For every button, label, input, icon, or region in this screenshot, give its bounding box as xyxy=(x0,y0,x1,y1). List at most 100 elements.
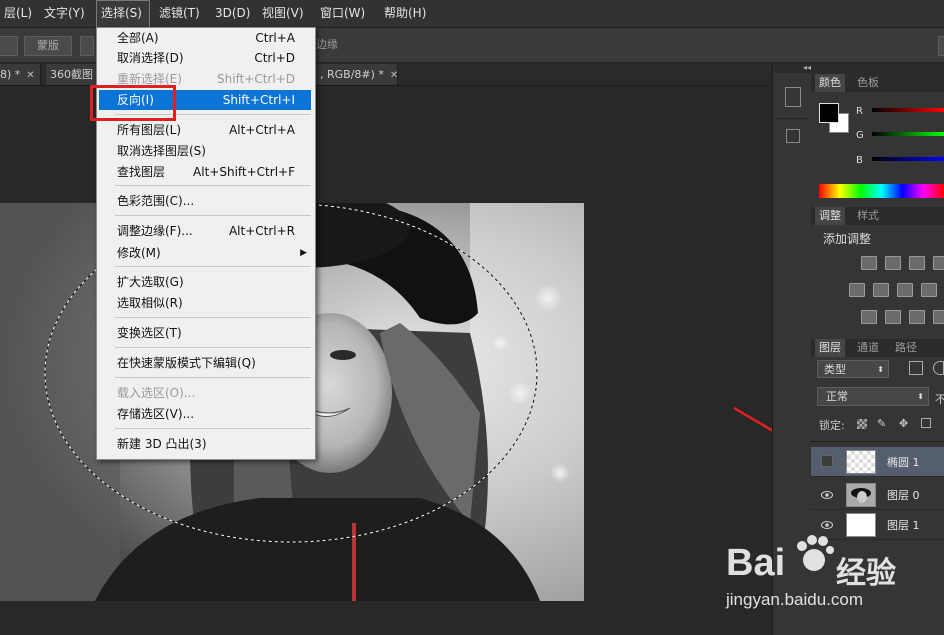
tab-color[interactable]: 颜色 xyxy=(815,74,845,92)
menu-separator xyxy=(115,347,311,348)
menu-item-grow[interactable]: 扩大选取(G) xyxy=(99,272,311,292)
layer-name[interactable]: 椭圆 1 xyxy=(887,454,920,470)
close-icon[interactable]: ✕ xyxy=(390,70,397,81)
doc-tab-1[interactable]: 8) * ✕ xyxy=(0,64,41,85)
color-balance-icon[interactable] xyxy=(873,283,889,297)
menu-item-select-all[interactable]: 全部(A) Ctrl+A xyxy=(99,28,311,48)
doc-tab-label: 8) * xyxy=(0,68,21,81)
tab-paths[interactable]: 路径 xyxy=(891,339,921,357)
blend-mode-select[interactable]: 正常 ⬍ xyxy=(817,387,929,406)
layer-row-ellipse[interactable]: 椭圆 1 xyxy=(811,447,944,477)
mask-button[interactable]: 蒙版 xyxy=(24,36,72,56)
menu-filter[interactable]: 滤镜(T) xyxy=(155,0,204,27)
menu-item-new-3d-extrusion[interactable]: 新建 3D 凸出(3) xyxy=(99,434,311,454)
menu-view[interactable]: 视图(V) xyxy=(258,0,308,27)
menu-type[interactable]: 文字(Y) xyxy=(40,0,89,27)
tab-styles[interactable]: 样式 xyxy=(853,207,883,225)
menu-item-save-selection[interactable]: 存储选区(V)... xyxy=(99,404,311,424)
threshold-icon[interactable] xyxy=(909,310,925,324)
lock-position-icon[interactable]: ✥ xyxy=(899,417,908,430)
foreground-color-swatch[interactable] xyxy=(819,103,839,123)
blue-slider[interactable] xyxy=(872,157,944,161)
menu-item-color-range[interactable]: 色彩范围(C)... xyxy=(99,191,311,211)
menu-select[interactable]: 选择(S) xyxy=(96,0,150,27)
menu-item-label: 扩大选取(G) xyxy=(117,275,184,289)
menu-help[interactable]: 帮助(H) xyxy=(380,0,430,27)
tab-swatches[interactable]: 色板 xyxy=(853,74,883,92)
refine-edge-label[interactable]: 边缘 xyxy=(316,36,338,54)
menu-item-all-layers[interactable]: 所有图层(L) Alt+Ctrl+A xyxy=(99,120,311,140)
panel-header-strip xyxy=(811,63,944,74)
photo-filter-icon[interactable] xyxy=(921,283,937,297)
adjust-panel-tabs: 调整 样式 xyxy=(811,207,944,225)
menu-separator xyxy=(115,215,311,216)
watermark-url: jingyan.baidu.com xyxy=(726,590,864,609)
options-button-stub-2[interactable] xyxy=(80,36,94,56)
lock-all-icon[interactable] xyxy=(921,418,931,428)
close-icon[interactable]: ✕ xyxy=(26,70,34,81)
menu-item-deselect-layers[interactable]: 取消选择图层(S) xyxy=(99,141,311,161)
collapse-icon[interactable]: ◂◂ xyxy=(773,63,811,73)
invert-icon[interactable] xyxy=(861,310,877,324)
paw-icon xyxy=(792,532,836,576)
levels-icon[interactable] xyxy=(885,256,901,270)
menu-item-similar[interactable]: 选取相似(R) xyxy=(99,293,311,313)
layers-divider xyxy=(811,441,944,442)
menu-item-label: 调整边缘(F)... xyxy=(117,224,193,238)
tab-adjustments[interactable]: 调整 xyxy=(815,207,845,225)
menu-item-label: 修改(M) xyxy=(117,246,161,260)
channel-label-r: R xyxy=(856,106,863,117)
adjustment-filter-icon[interactable] xyxy=(933,361,944,375)
3d-icon[interactable] xyxy=(786,129,800,143)
red-slider[interactable] xyxy=(872,108,944,112)
menu-item-deselect[interactable]: 取消选择(D) Ctrl+D xyxy=(99,48,311,68)
menu-3d[interactable]: 3D(D) xyxy=(211,0,254,27)
menu-item-quick-mask[interactable]: 在快速蒙版模式下编辑(Q) xyxy=(99,353,311,373)
tab-layers[interactable]: 图层 xyxy=(815,339,845,357)
menu-item-label: 色彩范围(C)... xyxy=(117,194,195,208)
brightness-icon[interactable] xyxy=(861,256,877,270)
gradient-map-icon[interactable] xyxy=(933,310,944,324)
doc-tab-2[interactable]: 360截图 xyxy=(46,64,98,85)
watermark-brand2: 经验 xyxy=(836,556,896,591)
menu-item-shortcut: Alt+Ctrl+A xyxy=(229,123,295,137)
options-button-stub[interactable] xyxy=(0,36,18,56)
menu-item-load-selection: 载入选区(O)... xyxy=(99,383,311,403)
tab-channels[interactable]: 通道 xyxy=(853,339,883,357)
doc-tab-3[interactable]: , RGB/8#) * ✕ xyxy=(314,64,398,85)
layer-row-0[interactable]: 图层 0 xyxy=(811,480,944,510)
menu-separator xyxy=(115,377,311,378)
color-spectrum-bar[interactable] xyxy=(819,184,944,198)
channel-label-b: B xyxy=(856,155,863,166)
black-white-icon[interactable] xyxy=(897,283,913,297)
menu-item-label: 新建 3D 凸出(3) xyxy=(117,437,207,451)
menu-item-refine-edge[interactable]: 调整边缘(F)... Alt+Ctrl+R xyxy=(99,221,311,241)
lock-transparency-icon[interactable] xyxy=(857,419,867,429)
layer-filter-select[interactable]: 类型 ⬍ xyxy=(817,360,889,378)
layer-name[interactable]: 图层 0 xyxy=(887,487,920,503)
posterize-icon[interactable] xyxy=(885,310,901,324)
eye-icon[interactable] xyxy=(821,489,833,499)
menu-item-shortcut: Ctrl+D xyxy=(254,51,295,65)
menu-item-transform-selection[interactable]: 变换选区(T) xyxy=(99,323,311,343)
green-slider[interactable] xyxy=(872,132,944,136)
curves-icon[interactable] xyxy=(909,256,925,270)
color-panel-tabs: 颜色 色板 xyxy=(811,74,944,92)
visibility-toggle-empty[interactable] xyxy=(821,455,833,467)
menu-item-shortcut: Ctrl+A xyxy=(255,31,295,45)
baidu-watermark: Bai 经验 jingyan.baidu.com xyxy=(726,528,936,628)
menu-separator xyxy=(115,266,311,267)
menu-item-modify[interactable]: 修改(M) ▶ xyxy=(99,243,311,263)
menu-item-find-layers[interactable]: 查找图层 Alt+Shift+Ctrl+F xyxy=(99,162,311,182)
history-icon[interactable] xyxy=(785,87,801,107)
menu-window[interactable]: 窗口(W) xyxy=(316,0,369,27)
lock-label: 锁定: xyxy=(819,419,845,432)
lock-pixels-icon[interactable]: ✎ xyxy=(877,417,886,430)
menu-item-label: 取消选择(D) xyxy=(117,51,184,65)
hue-saturation-icon[interactable] xyxy=(849,283,865,297)
pixel-filter-icon[interactable] xyxy=(909,361,923,375)
menu-layer[interactable]: 层(L) xyxy=(0,0,36,27)
annotation-highlight-box xyxy=(90,85,176,121)
exposure-icon[interactable] xyxy=(933,256,944,270)
options-button-stub-3[interactable] xyxy=(938,36,944,56)
